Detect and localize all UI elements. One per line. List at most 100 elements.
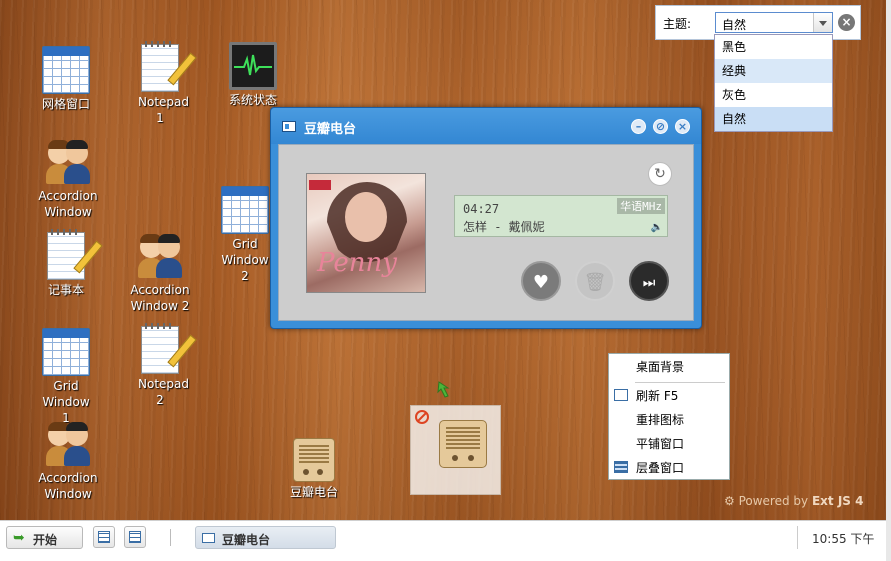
- notepad-icon: [141, 323, 179, 374]
- trash-icon: 🗑: [583, 272, 607, 293]
- taskbar: ➥ 开始 豆瓣电台 10:55 下午: [0, 520, 886, 554]
- minimize-icon[interactable]: –: [631, 119, 646, 134]
- trash-button[interactable]: 🗑: [575, 261, 615, 301]
- task-button-radio[interactable]: 豆瓣电台: [195, 526, 336, 549]
- quicklaunch-grid[interactable]: [124, 526, 146, 548]
- theme-option-selected[interactable]: 自然: [715, 107, 832, 131]
- volume-icon[interactable]: 🔈: [651, 222, 663, 233]
- shortcut-label: 豆瓣电台: [289, 485, 338, 499]
- task-label: 豆瓣电台: [222, 533, 271, 547]
- channel-badge[interactable]: 华语MHz: [617, 198, 665, 214]
- shortcut-label: Notepad 1: [138, 95, 189, 125]
- grid-icon: [129, 531, 141, 543]
- shortcut-grid-window-1[interactable]: Grid Window 1: [31, 328, 101, 426]
- window-body: Penny ↻ 04:27 怎样 - 戴佩妮 华语MHz 🔈 ♥ 🗑 ⏭: [278, 144, 694, 321]
- no-drop-icon: [415, 410, 429, 424]
- shortcut-label: Accordion Window: [38, 189, 98, 219]
- menu-item-label: 层叠窗口: [636, 461, 685, 475]
- radio-icon: [439, 420, 487, 468]
- menu-item-arrange[interactable]: 重排图标: [609, 408, 729, 432]
- shortcut-notepad-1[interactable]: Notepad 1: [125, 41, 195, 126]
- now-playing-display: 04:27 怎样 - 戴佩妮 华语MHz 🔈: [454, 195, 668, 237]
- song-title: 怎样 - 戴佩妮: [463, 220, 545, 234]
- window-header[interactable]: 豆瓣电台 – ⊘ ×: [271, 108, 701, 144]
- shortcut-label: Grid Window 2: [221, 237, 269, 283]
- window-list-icon: [98, 531, 110, 543]
- grid-icon: [42, 46, 90, 94]
- like-button[interactable]: ♥: [521, 261, 561, 301]
- menu-item-tile[interactable]: 平铺窗口: [609, 432, 729, 456]
- powered-by: ⚙ Powered by Ext JS 4: [724, 494, 864, 508]
- shortcut-label: Grid Window 1: [42, 379, 90, 425]
- menu-separator: [635, 382, 725, 383]
- menu-item-cascade[interactable]: 层叠窗口: [609, 456, 729, 480]
- context-menu[interactable]: 桌面背景 刷新 F5 重排图标 平铺窗口 层叠窗口: [608, 353, 730, 480]
- window-edge: [886, 0, 891, 561]
- shortcut-notebook[interactable]: 记事本: [31, 229, 101, 298]
- shortcut-notepad-2[interactable]: Notepad 2: [125, 323, 195, 408]
- drag-arrow-icon: [437, 381, 450, 398]
- shortcut-label: 记事本: [47, 283, 84, 297]
- theme-value: 自然: [722, 18, 747, 32]
- grid-icon: [221, 186, 269, 234]
- notepad-icon: [141, 41, 179, 92]
- powered-brand: Ext JS 4: [811, 494, 864, 508]
- taskbar-separator: [170, 529, 171, 546]
- menu-item-label: 桌面背景: [636, 360, 685, 374]
- clock: 10:55 下午: [812, 532, 875, 546]
- menu-item-wallpaper[interactable]: 桌面背景: [609, 355, 729, 379]
- chevron-down-icon[interactable]: [813, 13, 832, 32]
- monitor-icon: [229, 42, 277, 90]
- menu-item-refresh[interactable]: 刷新 F5: [609, 384, 729, 408]
- shortcut-label: Notepad 2: [138, 377, 189, 407]
- users-icon: [44, 138, 92, 186]
- menu-item-label: 平铺窗口: [636, 437, 685, 451]
- shortcut-label: Accordion Window: [38, 471, 98, 501]
- window-title: 豆瓣电台: [304, 122, 357, 137]
- theme-combo[interactable]: 自然: [715, 12, 833, 33]
- quicklaunch-accordion[interactable]: [93, 526, 115, 548]
- heart-icon: ♥: [532, 272, 550, 293]
- shortcut-grid-window[interactable]: 网格窗口: [31, 46, 101, 112]
- powered-prefix: Powered by: [738, 494, 809, 508]
- menu-item-label: 刷新 F5: [636, 389, 679, 403]
- close-icon[interactable]: ×: [675, 119, 690, 134]
- shortcut-douban-radio[interactable]: 豆瓣电台: [279, 438, 349, 500]
- shortcut-label: Accordion Window 2: [130, 283, 190, 313]
- skip-icon: ⏭: [642, 275, 656, 291]
- radio-icon: [293, 438, 335, 482]
- cover-text: Penny: [317, 248, 397, 278]
- system-tray: 10:55 下午: [797, 526, 883, 549]
- shortcut-accordion-window-2[interactable]: Accordion Window 2: [125, 232, 195, 314]
- cascade-icon: [614, 461, 628, 473]
- album-cover: Penny: [306, 173, 426, 293]
- theme-option[interactable]: 经典: [715, 59, 832, 83]
- notepad-icon: [47, 229, 85, 280]
- window-icon: [202, 533, 215, 543]
- shortcut-system-status[interactable]: 系统状态: [218, 42, 288, 108]
- start-arrow-icon: ➥: [13, 530, 25, 546]
- theme-option[interactable]: 黑色: [715, 35, 832, 59]
- shortcut-label: 网格窗口: [41, 97, 90, 111]
- window-icon: [282, 121, 296, 132]
- start-button[interactable]: ➥ 开始: [6, 526, 83, 549]
- users-icon: [44, 420, 92, 468]
- next-button[interactable]: ⏭: [629, 261, 669, 301]
- drag-ghost: [410, 405, 501, 495]
- shortcut-accordion-window[interactable]: Accordion Window: [33, 138, 103, 220]
- users-icon: [136, 232, 184, 280]
- play-time: 04:27: [463, 202, 500, 216]
- refresh-icon[interactable]: ↻: [648, 162, 672, 186]
- menu-item-label: 重排图标: [636, 413, 685, 427]
- theme-option[interactable]: 灰色: [715, 83, 832, 107]
- refresh-icon: [614, 389, 628, 401]
- theme-label: 主题:: [663, 17, 692, 31]
- start-label: 开始: [33, 533, 58, 547]
- shortcut-accordion-window-3[interactable]: Accordion Window: [33, 420, 103, 502]
- clear-icon[interactable]: ×: [838, 14, 855, 31]
- theme-dropdown[interactable]: 黑色 经典 灰色 自然: [714, 34, 833, 132]
- shortcut-label: 系统状态: [228, 93, 277, 107]
- maximize-icon[interactable]: ⊘: [653, 119, 668, 134]
- grid-icon: [42, 328, 90, 376]
- radio-window[interactable]: 豆瓣电台 – ⊘ × Penny ↻ 04:27 怎样 - 戴佩妮 华语MHz …: [270, 107, 702, 329]
